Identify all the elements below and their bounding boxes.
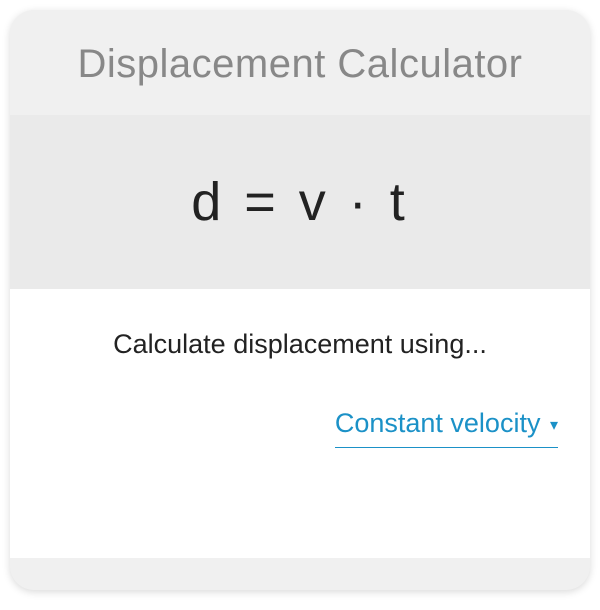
prompt-text: Calculate displacement using... — [42, 329, 558, 360]
mode-select-wrap: Constant velocity ▾ — [42, 408, 558, 448]
calculator-card: Displacement Calculator d = v · t Calcul… — [10, 10, 590, 590]
formula-display: d = v · t — [10, 115, 590, 289]
page-title: Displacement Calculator — [10, 10, 590, 115]
chevron-down-icon: ▾ — [550, 417, 558, 434]
mode-select[interactable]: Constant velocity ▾ — [335, 408, 558, 448]
content-area: Calculate displacement using... Constant… — [10, 289, 590, 558]
mode-select-label: Constant velocity — [335, 408, 541, 438]
